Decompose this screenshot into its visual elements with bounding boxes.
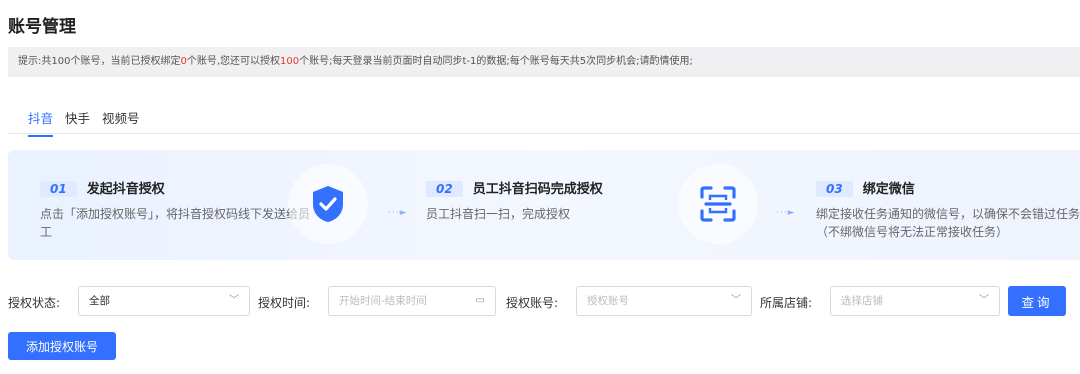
arrow-icon: ···►: [388, 208, 408, 218]
tabs-divider: [8, 133, 1080, 134]
step-3-number: 03: [816, 181, 853, 197]
step-3-title: 绑定微信: [862, 182, 915, 197]
account-label: 授权账号:: [506, 296, 559, 310]
step-1: 01 发起抖音授权 点击「添加授权账号」，将抖音授权码线下发送给员工: [40, 178, 310, 241]
step-3-desc: 绑定接收任务通知的微信号，以确保不会错过任务（不绑微信号将无法正常接收任务）: [816, 207, 1080, 239]
store-select[interactable]: 选择店铺 ﹀: [830, 286, 1000, 316]
chevron-down-icon: ﹀: [229, 295, 239, 306]
step-1-number: 01: [40, 181, 77, 197]
arrow-icon: ···►: [776, 208, 796, 218]
time-placeholder: 开始时间-结束时间: [339, 295, 427, 307]
query-button[interactable]: 查询: [1008, 286, 1066, 316]
shield-check-icon: [288, 164, 368, 244]
page-title: 账号管理: [8, 17, 76, 37]
time-label: 授权时间:: [258, 296, 311, 310]
account-placeholder: 授权账号: [587, 295, 629, 307]
remaining-count: 100: [280, 56, 300, 67]
notice-text-1: 提示:共100个账号，当前已授权绑定: [18, 56, 181, 67]
notice-bar: 提示:共100个账号，当前已授权绑定0个账号,您还可以授权100个账号;每天登录…: [8, 47, 1080, 77]
store-placeholder: 选择店铺: [841, 295, 883, 307]
step-1-desc: 点击「添加授权账号」，将抖音授权码线下发送给员工: [40, 207, 311, 239]
time-range-picker[interactable]: 开始时间-结束时间 ▭: [328, 286, 496, 316]
step-2-title: 员工抖音扫码完成授权: [472, 182, 603, 197]
step-2-desc: 员工抖音扫一扫，完成授权: [426, 207, 571, 221]
notice-text-3: 个账号;每天登录当前页面时自动同步t-1的数据;每个账号每天共5次同步机会;请酌…: [299, 56, 693, 67]
notice-text-2: 个账号,您还可以授权: [186, 56, 281, 67]
status-value: 全部: [89, 295, 110, 307]
step-2-number: 02: [426, 181, 463, 197]
store-label: 所属店铺:: [760, 296, 813, 310]
status-label: 授权状态:: [8, 296, 61, 310]
filter-bar: 授权状态: 全部 ﹀ 授权时间: 开始时间-结束时间 ▭ 授权账号: 授权账号 …: [8, 286, 1080, 316]
chevron-down-icon: ﹀: [731, 295, 741, 306]
step-1-title: 发起抖音授权: [86, 182, 165, 197]
scan-icon: [678, 164, 758, 244]
step-2: 02 员工抖音扫码完成授权 员工抖音扫一扫，完成授权: [426, 178, 696, 223]
add-account-button[interactable]: 添加授权账号: [8, 332, 116, 360]
status-select[interactable]: 全部 ﹀: [78, 286, 250, 316]
steps-banner: 01 发起抖音授权 点击「添加授权账号」，将抖音授权码线下发送给员工 ···► 0…: [8, 150, 1080, 260]
step-3: 03 绑定微信 绑定接收任务通知的微信号，以确保不会错过任务（不绑微信号将无法正常…: [816, 178, 1080, 241]
account-select[interactable]: 授权账号 ﹀: [576, 286, 752, 316]
calendar-icon: ▭: [475, 295, 485, 306]
chevron-down-icon: ﹀: [979, 295, 989, 306]
